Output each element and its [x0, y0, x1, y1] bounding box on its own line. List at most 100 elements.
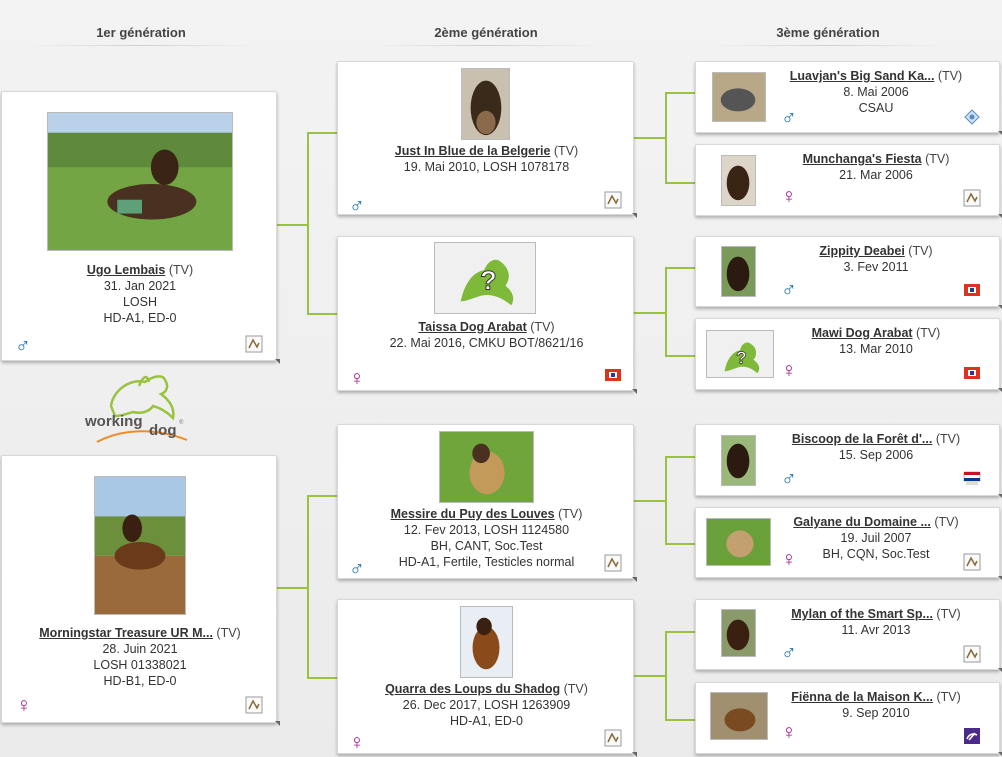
dog-name-link[interactable]: Zippity Deabei [819, 244, 904, 258]
losh-icon[interactable] [245, 335, 263, 353]
detail-line: BH, CANT, Soc.Test [430, 539, 543, 553]
detail-line: 12. Fev 2013, LOSH 1124580 [403, 523, 570, 537]
dog-photo[interactable] [439, 431, 534, 503]
female-icon: ♀ [781, 721, 797, 744]
breed-code: (TV) [553, 144, 579, 158]
breed-code: (TV) [563, 682, 588, 696]
dog-photo[interactable] [94, 476, 186, 615]
csau-icon[interactable] [963, 108, 981, 126]
ancestor-card[interactable]: Munchanga's Fiesta (TV) 21. Mar 2006 ♀ [695, 144, 1002, 219]
detail-line: 8. Mai 2006 [843, 85, 909, 99]
dog-name-link[interactable]: Mawi Dog Arabat [812, 326, 913, 340]
losh-icon[interactable] [963, 189, 981, 207]
ancestor-card[interactable]: Luavjan's Big Sand Ka... (TV) 8. Mai 200… [695, 61, 1002, 136]
dog-name-link[interactable]: Fiënna de la Maison K... [791, 690, 933, 704]
detail-line: 9. Sep 2010 [842, 706, 910, 720]
maternal-granddam-card[interactable]: Quarra des Loups du Shadog (TV) 26. Dec … [337, 599, 637, 757]
dog-name-link[interactable]: Galyane du Domaine ... [793, 515, 931, 529]
ancestor-card[interactable]: Zippity Deabei (TV) 3. Fev 2011 ♂ [695, 236, 1002, 310]
detail-line: LOSH 01338021 [93, 658, 187, 672]
dog-name-link[interactable]: Messire du Puy des Louves [391, 507, 555, 521]
dog-photo[interactable] [461, 68, 510, 140]
detail-line: 15. Sep 2006 [838, 448, 914, 462]
placeholder-dog-icon[interactable]: ? [706, 330, 774, 378]
breed-code: (TV) [908, 244, 933, 258]
ancestor-card[interactable]: Mylan of the Smart Sp... (TV) 11. Avr 20… [695, 599, 1002, 673]
dog-photo[interactable] [712, 72, 766, 122]
breed-code: (TV) [916, 326, 941, 340]
losh-icon[interactable] [604, 729, 622, 747]
breed-code: (TV) [936, 607, 961, 621]
ancestor-card[interactable]: Galyane du Domaine ... (TV) 19. Juil 200… [695, 507, 1002, 581]
dog-photo[interactable] [721, 435, 756, 486]
dam-card[interactable]: Morningstar Treasure UR M... (TV) 28. Ju… [1, 455, 280, 726]
ancestor-card[interactable]: Biscoop de la Forêt d'... (TV) 15. Sep 2… [695, 424, 1002, 499]
dog-name-link[interactable]: Biscoop de la Forêt d'... [792, 432, 933, 446]
logo-text-dog: dog [149, 422, 177, 439]
detail-line: BH, CQN, Soc.Test [822, 547, 930, 561]
breed-code: (TV) [168, 263, 194, 277]
detail-line: 3. Fev 2011 [843, 260, 909, 274]
svg-text:?: ? [736, 348, 747, 368]
logo-text-working: working [84, 413, 143, 430]
breed-code: (TV) [216, 626, 241, 640]
dog-name-link[interactable]: Quarra des Loups du Shadog [385, 682, 560, 696]
working-dog-logo: working dog ® [83, 372, 193, 448]
losh-icon[interactable] [963, 645, 981, 663]
dog-photo[interactable] [460, 606, 513, 678]
breed-code: (TV) [530, 320, 555, 334]
dog-photo[interactable] [710, 692, 768, 740]
detail-line: 26. Dec 2017, LOSH 1263909 [402, 698, 571, 712]
dog-photo[interactable] [721, 155, 756, 206]
detail-line: HD-B1, ED-0 [103, 674, 177, 688]
detail-line: 31. Jan 2021 [103, 279, 177, 293]
ancestor-card[interactable]: ? Mawi Dog Arabat (TV) 13. Mar 2010 ♀ [695, 318, 1002, 393]
dog-name-link[interactable]: Luavjan's Big Sand Ka... [790, 69, 935, 83]
dog-club-icon[interactable] [963, 727, 981, 745]
female-icon: ♀ [16, 694, 32, 717]
detail-line: HD-A1, ED-0 [103, 311, 177, 325]
svg-text:®: ® [179, 419, 184, 426]
dog-photo[interactable] [721, 246, 756, 297]
detail-line: CSAU [858, 101, 894, 115]
dog-name-link[interactable]: Taissa Dog Arabat [418, 320, 526, 334]
dog-name-link[interactable]: Morningstar Treasure UR M... [39, 626, 213, 640]
paternal-grandsire-card[interactable]: Just In Blue de la Belgerie (TV) 19. Mai… [337, 61, 637, 218]
detail-line: 19. Juil 2007 [840, 531, 912, 545]
detail-line: 13. Mar 2010 [839, 342, 913, 356]
dog-name-link[interactable]: Munchanga's Fiesta [803, 152, 922, 166]
dog-photo[interactable] [721, 609, 756, 657]
breed-code: (TV) [935, 432, 961, 446]
paternal-granddam-card[interactable]: ? Taissa Dog Arabat (TV) 22. Mai 2016, C… [337, 236, 637, 394]
detail-line: 28. Juin 2021 [102, 642, 178, 656]
placeholder-dog-icon[interactable]: ? [434, 242, 536, 314]
dog-name-link[interactable]: Mylan of the Smart Sp... [791, 607, 933, 621]
losh-icon[interactable] [963, 553, 981, 571]
male-icon: ♂ [781, 641, 797, 664]
breed-code: (TV) [934, 515, 959, 529]
detail-line: 21. Mar 2006 [839, 168, 913, 182]
breed-code: (TV) [558, 507, 583, 521]
detail-line: 11. Avr 2013 [841, 623, 911, 637]
breed-code: (TV) [937, 69, 963, 83]
losh-icon[interactable] [245, 696, 263, 714]
svg-text:?: ? [480, 265, 497, 296]
losh-icon[interactable] [604, 554, 622, 572]
detail-line: 22. Mai 2016, CMKU BOT/8621/16 [389, 336, 584, 350]
kennel-club-icon[interactable] [963, 469, 981, 487]
breed-code: (TV) [936, 690, 961, 704]
male-icon: ♂ [781, 106, 797, 129]
dog-name-link[interactable]: Just In Blue de la Belgerie [395, 144, 551, 158]
female-icon: ♀ [349, 731, 365, 754]
dog-name-link[interactable]: Ugo Lembais [87, 263, 166, 277]
sire-card[interactable]: Ugo Lembais (TV) 31. Jan 2021 LOSH HD-A1… [1, 91, 280, 364]
ancestor-card[interactable]: Fiënna de la Maison K... (TV) 9. Sep 201… [695, 682, 1002, 757]
cmku-icon[interactable] [604, 366, 622, 384]
cmku-icon[interactable] [963, 364, 981, 382]
maternal-grandsire-card[interactable]: Messire du Puy des Louves (TV) 12. Fev 2… [337, 424, 637, 582]
dog-photo[interactable] [706, 518, 771, 566]
dog-photo[interactable] [47, 112, 233, 251]
cmku-icon[interactable] [963, 281, 981, 299]
detail-line: LOSH [122, 295, 158, 309]
losh-icon[interactable] [604, 191, 622, 209]
